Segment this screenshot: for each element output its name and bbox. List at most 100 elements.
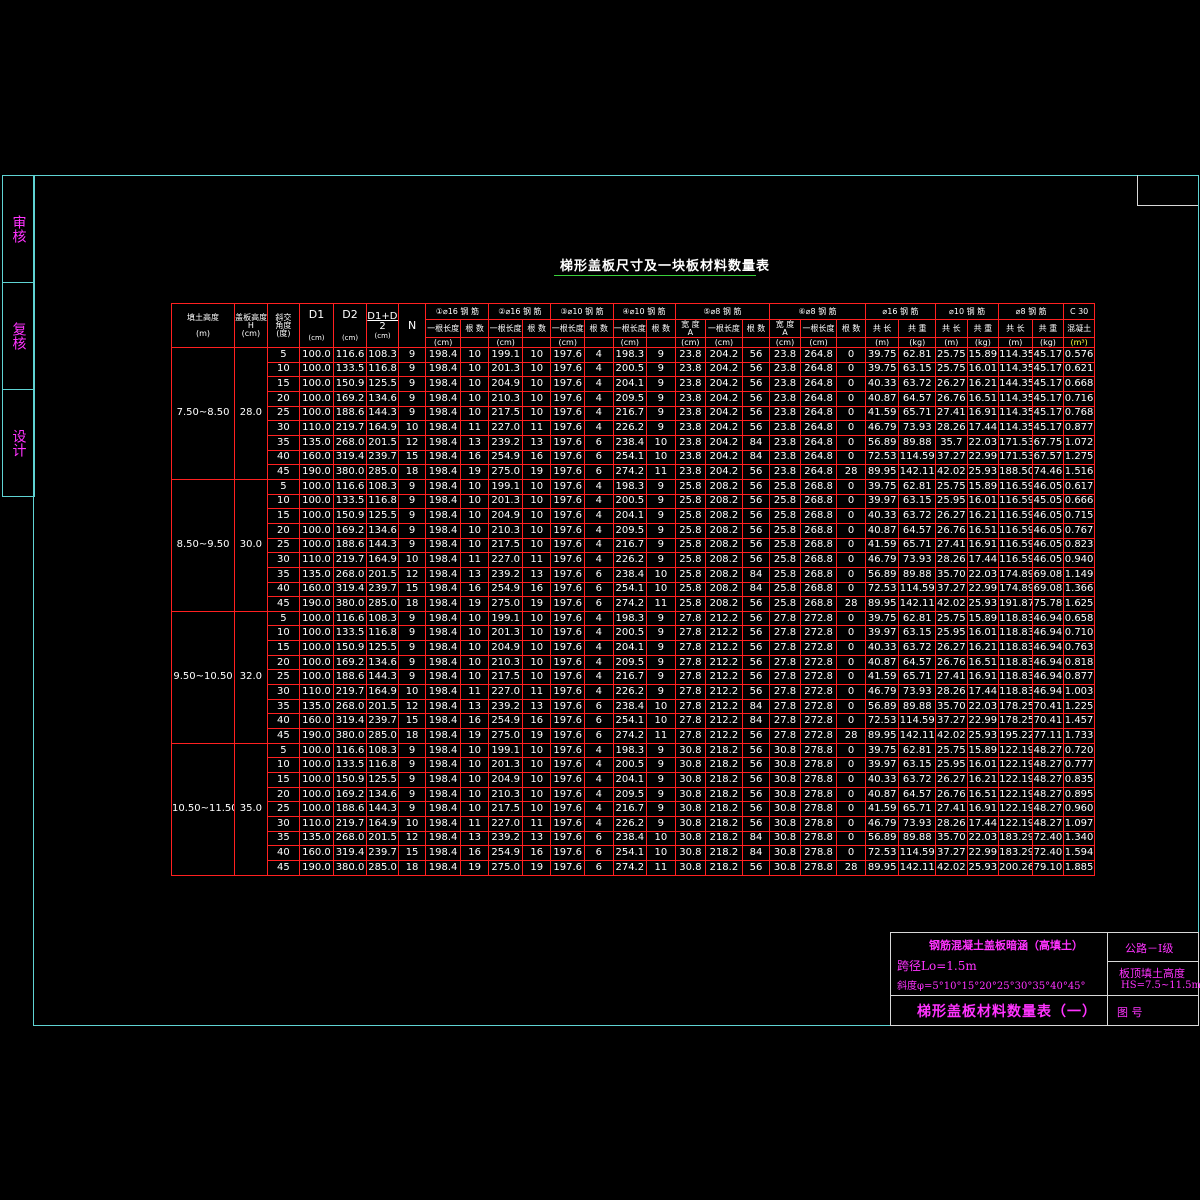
table-cell: 197.6 xyxy=(550,859,586,877)
hdr-len: 一根长度 xyxy=(550,319,586,338)
table-cell: 56.89 xyxy=(864,566,900,583)
table-cell: 16 xyxy=(459,581,490,598)
table-cell: 198.4 xyxy=(425,581,461,598)
table-cell: 227.0 xyxy=(488,816,523,832)
table-cell: 0 xyxy=(836,405,866,422)
table-cell: 114.59 xyxy=(898,845,937,861)
table-cell: 11 xyxy=(521,420,552,436)
table-cell: 116.8 xyxy=(366,361,399,378)
hdr-len: 一根长度 xyxy=(488,319,523,338)
table-cell: 64.57 xyxy=(898,786,937,803)
table-cell: 10 xyxy=(397,816,427,832)
table-cell: 56 xyxy=(741,625,771,642)
table-cell: 40.87 xyxy=(864,522,900,539)
table-cell: 0.715 xyxy=(1063,508,1095,524)
table-cell: 11 xyxy=(521,816,552,832)
table-cell: 204.2 xyxy=(705,464,743,480)
table-cell: 10 xyxy=(521,347,552,363)
table-cell: 9 xyxy=(646,361,676,378)
table-cell: 188.6 xyxy=(332,537,368,554)
table-cell: 10 xyxy=(459,801,490,817)
table-cell: 171.53 xyxy=(998,449,1033,466)
table-cell: 239.2 xyxy=(488,698,523,715)
table-cell: 25.8 xyxy=(769,493,801,510)
table-cell: 56 xyxy=(741,742,771,759)
table-cell: 28 xyxy=(836,596,866,612)
hdr-cnt: 根 数 xyxy=(459,319,490,338)
table-cell: 35.70 xyxy=(935,566,968,583)
table-cell: 0 xyxy=(836,376,866,392)
table-cell: 42.02 xyxy=(935,859,968,877)
table-cell: 89.88 xyxy=(898,830,937,847)
table-cell: 25.93 xyxy=(966,464,1000,480)
table-cell: 73.93 xyxy=(898,552,937,568)
table-cell: 16.01 xyxy=(966,493,1000,510)
table-cell: 278.8 xyxy=(799,845,838,861)
table-cell: 5 xyxy=(266,742,301,759)
table-cell: 10 xyxy=(397,552,427,568)
table-cell: 27.8 xyxy=(769,684,801,700)
table-cell: 56 xyxy=(741,772,771,788)
table-cell: 15.89 xyxy=(966,610,1000,627)
table-cell: 199.1 xyxy=(488,478,523,495)
table-cell: 89.95 xyxy=(864,596,900,612)
table-cell: 84 xyxy=(741,566,771,583)
table-cell: 30.8 xyxy=(674,772,707,788)
table-cell: 380.0 xyxy=(332,728,368,744)
table-cell: 45 xyxy=(266,596,301,612)
table-cell: 174.89 xyxy=(998,581,1033,598)
table-cell: 272.8 xyxy=(799,654,838,671)
table-cell: 42.02 xyxy=(935,464,968,480)
table-cell: 198.3 xyxy=(612,742,648,759)
table-cell: 278.8 xyxy=(799,859,838,877)
table-cell: 218.2 xyxy=(705,845,743,861)
table-cell: 219.7 xyxy=(332,420,368,436)
table-cell: 42.02 xyxy=(935,596,968,612)
table-cell: 380.0 xyxy=(332,464,368,480)
table-cell: 48.27 xyxy=(1031,772,1065,788)
hdr-d1: D1 (cm) xyxy=(299,303,334,348)
table-cell: 19 xyxy=(459,859,490,877)
table-cell: 9 xyxy=(646,478,676,495)
table-cell: 114.59 xyxy=(898,713,937,730)
table-cell: 9 xyxy=(397,742,427,759)
table-cell: 183.29 xyxy=(998,830,1033,847)
table-cell: 198.4 xyxy=(425,522,461,539)
table-cell: 197.6 xyxy=(550,654,586,671)
table-cell: 15.89 xyxy=(966,347,1000,363)
table-cell: 22.03 xyxy=(966,434,1000,451)
table-cell: 6 xyxy=(584,845,614,861)
table-cell: 100.0 xyxy=(299,772,334,788)
table-cell: 238.4 xyxy=(612,830,648,847)
table-cell: 56 xyxy=(741,420,771,436)
table-cell: 72.40 xyxy=(1031,830,1065,847)
table-cell: 56.89 xyxy=(864,830,900,847)
unit-blank xyxy=(521,337,552,348)
hdr-len: 一根长度 xyxy=(612,319,648,338)
table-cell: 19 xyxy=(459,464,490,480)
hdr-total-10: ⌀10 钢 筋 xyxy=(935,303,1000,320)
table-cell: 204.2 xyxy=(705,420,743,436)
table-cell: 6 xyxy=(584,859,614,877)
table-cell: 6 xyxy=(584,728,614,744)
table-cell: 1.594 xyxy=(1063,845,1095,861)
table-cell: 198.4 xyxy=(425,830,461,847)
hdr-len: 一根长度 xyxy=(425,319,461,338)
table-cell: 0 xyxy=(836,522,866,539)
table-cell: 25.8 xyxy=(674,478,707,495)
table-cell: 198.4 xyxy=(425,728,461,744)
table-cell: 11 xyxy=(646,596,676,612)
table-cell: 56 xyxy=(741,654,771,671)
table-cell: 63.15 xyxy=(898,493,937,510)
table-row: 40 160.0 319.4 239.7 15 198.4 16 254.9 16 197.6 6 2… xyxy=(172,713,1095,730)
table-cell: 30.8 xyxy=(674,816,707,832)
table-cell: 197.6 xyxy=(550,508,586,524)
table-cell: 40.87 xyxy=(864,390,900,407)
unit-cm: (cm) xyxy=(769,337,801,348)
table-cell: 278.8 xyxy=(799,757,838,774)
table-cell: 1.149 xyxy=(1063,566,1095,583)
table-cell: 239.7 xyxy=(366,845,399,861)
table-cell: 272.8 xyxy=(799,640,838,656)
table-cell: 27.8 xyxy=(769,625,801,642)
table-cell: 56 xyxy=(741,537,771,554)
